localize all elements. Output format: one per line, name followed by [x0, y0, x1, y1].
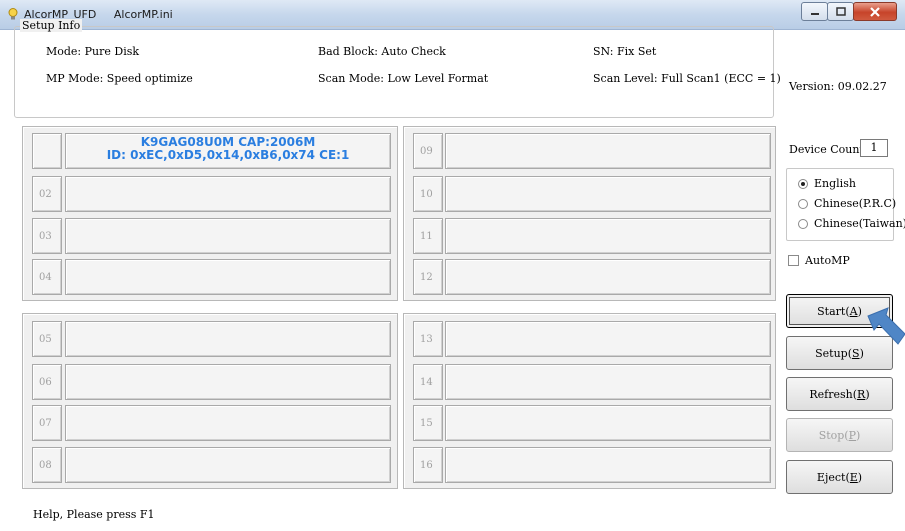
refresh-button[interactable]: Refresh(R)	[786, 377, 893, 411]
port-status-field: K9GAG08U0M CAP:2006M ID: 0xEC,0xD5,0x14,…	[65, 133, 391, 169]
language-option-chinese-prc[interactable]: Chinese(P.R.C)	[798, 197, 896, 210]
port-number[interactable]: 11	[413, 218, 443, 254]
port-status-field	[65, 218, 391, 254]
port-status-field	[65, 405, 391, 441]
port-status-field	[65, 321, 391, 357]
bad-block-text: Bad Block: Auto Check	[318, 45, 446, 58]
language-label: English	[814, 177, 856, 190]
port-status-field	[445, 405, 771, 441]
radio-icon[interactable]	[798, 198, 808, 209]
port-status-field	[445, 259, 771, 295]
version-text: Version: 09.02.27	[789, 80, 887, 93]
sn-text: SN: Fix Set	[593, 45, 657, 58]
radio-icon[interactable]	[798, 218, 808, 229]
port-number[interactable]: 09	[413, 133, 443, 169]
device-count-label: Device Count:	[789, 143, 868, 156]
automp-label: AutoMP	[805, 254, 850, 267]
port-number[interactable]: 03	[32, 218, 62, 254]
port-number[interactable]: 15	[413, 405, 443, 441]
mp-mode-text: MP Mode: Speed optimize	[46, 72, 193, 85]
port-number[interactable]: 13	[413, 321, 443, 357]
minimize-button[interactable]	[801, 2, 828, 21]
close-icon	[870, 6, 880, 17]
port-number[interactable]: 02	[32, 176, 62, 212]
port-status-field	[445, 176, 771, 212]
maximize-icon	[835, 6, 846, 16]
port-number[interactable]: 07	[32, 405, 62, 441]
close-button[interactable]	[853, 2, 897, 21]
port-number[interactable]: 16	[413, 447, 443, 483]
maximize-button[interactable]	[827, 2, 854, 21]
port-number[interactable]: 14	[413, 364, 443, 400]
port-status-field	[445, 447, 771, 483]
scan-mode-text: Scan Mode: Low Level Format	[318, 72, 489, 85]
language-option-english[interactable]: English	[798, 177, 856, 190]
status-text: Help, Please press F1	[33, 508, 155, 521]
device-count-value: 1	[860, 139, 888, 157]
port-number[interactable]: 06	[32, 364, 62, 400]
port-number[interactable]: 08	[32, 447, 62, 483]
language-label: Chinese(P.R.C)	[814, 197, 897, 210]
minimize-icon	[810, 12, 819, 15]
port-status-field	[65, 364, 391, 400]
port-number[interactable]: 12	[413, 259, 443, 295]
eject-button[interactable]: Eject(E)	[786, 460, 893, 494]
setup-info-legend: Setup Info	[20, 19, 83, 32]
port-status-field	[445, 321, 771, 357]
port-status-field	[445, 364, 771, 400]
automp-checkbox-row[interactable]: AutoMP	[788, 254, 850, 267]
port-status-field	[65, 176, 391, 212]
pointer-arrow-icon	[867, 307, 905, 345]
lightbulb-icon	[8, 8, 18, 20]
language-option-chinese-taiwan[interactable]: Chinese(Taiwan)	[798, 217, 905, 230]
language-label: Chinese(Taiwan)	[814, 217, 905, 230]
port-status-field	[445, 218, 771, 254]
stop-button[interactable]: Stop(P)	[786, 418, 893, 452]
checkbox-icon[interactable]	[788, 255, 799, 266]
port-status-field	[445, 133, 771, 169]
port-status-field	[65, 447, 391, 483]
flash-id-line: ID: 0xEC,0xD5,0x14,0xB6,0x74 CE:1	[106, 148, 350, 162]
mode-text: Mode: Pure Disk	[46, 45, 140, 58]
port-status-field	[65, 259, 391, 295]
window-controls	[801, 2, 897, 21]
radio-selected-icon[interactable]	[798, 178, 808, 189]
port-number[interactable]: 10	[413, 176, 443, 212]
port-number[interactable]	[32, 133, 62, 169]
scan-level-text: Scan Level: Full Scan1 (ECC = 1)	[593, 72, 781, 85]
port-number[interactable]: 05	[32, 321, 62, 357]
port-number[interactable]: 04	[32, 259, 62, 295]
ini-file-name: AlcorMP.ini	[113, 8, 173, 21]
